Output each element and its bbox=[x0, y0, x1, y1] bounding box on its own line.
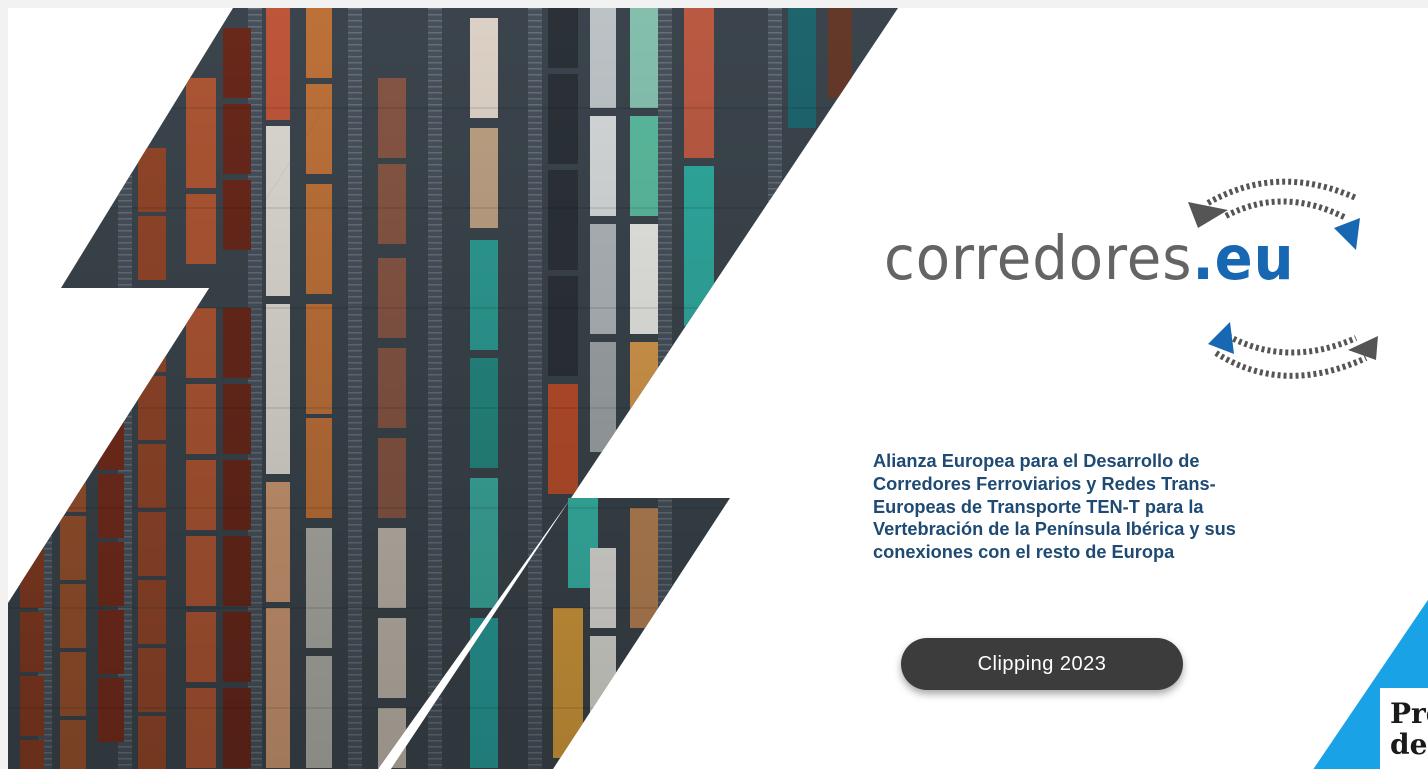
corner-line-2: de f bbox=[1390, 728, 1428, 761]
logo-name-accent: .eu bbox=[1192, 223, 1295, 294]
tagline-line: Alianza Europea para el Desarrollo de bbox=[873, 451, 1200, 471]
freight-trains-photo-collage bbox=[8, 8, 898, 769]
corner-line-1: Pre bbox=[1390, 697, 1428, 730]
cover-slide: corredores.eu Alianza Europea para el De… bbox=[8, 8, 1428, 769]
tagline-line: Corredores Ferroviarios y Redes Trans- bbox=[873, 473, 1216, 494]
clipping-button-label: Clipping 2023 bbox=[977, 652, 1107, 675]
alliance-description: Alianza Europea para el Desarrollo de Co… bbox=[873, 450, 1393, 564]
logo-name-main: corredores bbox=[884, 223, 1193, 294]
corredores-eu-logo: corredores.eu bbox=[878, 158, 1388, 398]
corner-partial-headline: Pre de f bbox=[1390, 698, 1428, 760]
tagline-line: Vertebración de la Península Ibérica y s… bbox=[873, 519, 1236, 540]
logo-wordmark: corredores.eu bbox=[884, 228, 1295, 289]
tagline-line: conexiones con el resto de Europa bbox=[873, 542, 1175, 563]
clipping-2023-button[interactable]: Clipping 2023 bbox=[901, 638, 1183, 690]
tagline-line: Europeas de Transporte TEN-T para la bbox=[873, 496, 1204, 517]
